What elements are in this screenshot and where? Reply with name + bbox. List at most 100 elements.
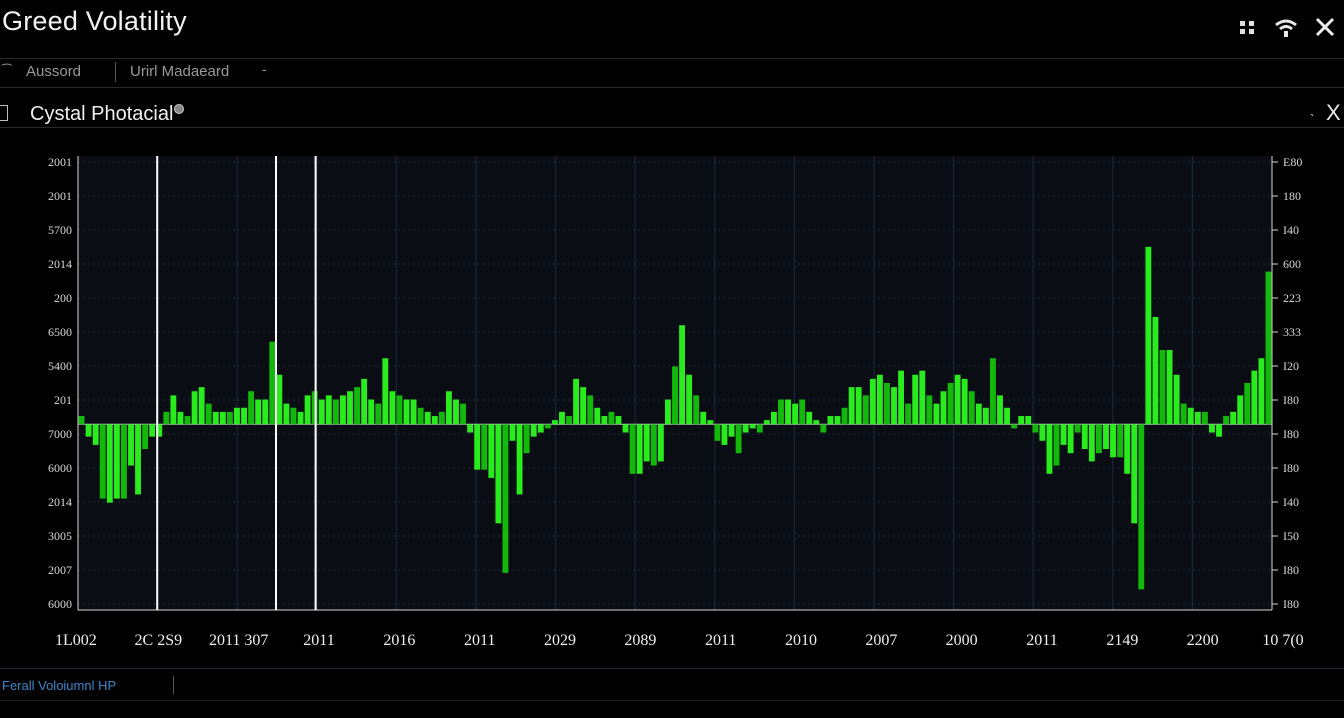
volatility-bar (1081, 424, 1088, 450)
close-icon[interactable] (1312, 14, 1338, 40)
volatility-bar (940, 391, 947, 425)
volatility-bar (665, 399, 671, 425)
separator (0, 87, 1344, 88)
volatility-bar (262, 399, 269, 425)
y-left-tick-label: 201 (54, 393, 72, 407)
volatility-bar (382, 358, 389, 425)
volatility-bar (177, 411, 184, 425)
volatility-bar (714, 424, 721, 441)
panel-close-icon[interactable]: X (1326, 100, 1341, 126)
volatility-bar (1258, 358, 1265, 425)
volatility-bar (361, 378, 368, 425)
volatility-bar (834, 416, 841, 425)
volatility-bar (297, 411, 304, 425)
y-right-tick-label: I80 (1283, 461, 1299, 475)
volatility-bar (763, 420, 770, 425)
x-tick-label: 2029 (544, 632, 576, 649)
volatility-bar (276, 374, 283, 425)
y-right-tick-label: 333 (1283, 325, 1301, 339)
volatility-bar (573, 378, 580, 425)
volatility-bar (884, 383, 890, 425)
volatility-bar (997, 395, 1003, 425)
collapse-icon[interactable]: ˎ (1310, 100, 1315, 116)
volatility-bar (368, 399, 375, 425)
volatility-bar (721, 424, 728, 445)
volatility-bar (905, 403, 912, 425)
volatility-chart: 2001 E80 2001 180 5700 I40 2014 600 200 223 6500 33… (48, 155, 1304, 649)
y-left-tick-label: 2007 (48, 563, 72, 577)
volatility-bar (728, 424, 735, 437)
volatility-bar (1124, 424, 1131, 474)
volatility-bar (332, 399, 339, 425)
volatility-bar (248, 391, 255, 425)
volatility-bar (128, 424, 134, 466)
volatility-bar (495, 424, 502, 524)
volatility-bar (785, 399, 791, 425)
volatility-bar (191, 391, 198, 425)
x-tick-label: 2089 (624, 632, 656, 649)
volatility-bar (340, 395, 346, 425)
x-tick-label: 2007 (865, 632, 897, 649)
tab-aussord[interactable]: Aussord (26, 63, 81, 80)
tab-urirl-madaeard[interactable]: Urirl Madaeard (130, 63, 229, 80)
volatility-bar (841, 407, 848, 425)
volatility-bar (467, 424, 474, 433)
volatility-bar (163, 411, 170, 425)
volatility-bar (410, 399, 417, 425)
volatility-bar (756, 424, 763, 433)
volatility-bar (735, 424, 742, 454)
volatility-bar (135, 424, 141, 495)
volatility-bar (1145, 246, 1152, 425)
y-right-tick-label: 223 (1283, 291, 1301, 305)
volatility-bar (792, 403, 799, 425)
volatility-bar (742, 424, 749, 433)
volatility-bar (318, 399, 325, 425)
volatility-bar (530, 424, 537, 437)
volatility-bar (1060, 424, 1067, 445)
volatility-bar (1004, 407, 1010, 425)
volatility-bar (770, 411, 777, 425)
volatility-bar (629, 424, 636, 474)
x-tick-label: 2011 (705, 632, 736, 649)
volatility-bar (241, 407, 247, 425)
x-tick-label: 2016 (383, 632, 415, 649)
tab-menu-icon[interactable]: - (262, 61, 267, 77)
grid-icon[interactable] (1234, 14, 1260, 40)
panel-title-text: Cystal Photacial (30, 103, 174, 125)
volatility-bar (120, 424, 127, 499)
volatility-bar (269, 341, 276, 425)
panel-title: Cystal Photacial (30, 103, 185, 126)
y-left-tick-label: 2001 (48, 189, 72, 203)
volatility-bar (234, 407, 240, 425)
separator (0, 668, 1344, 669)
y-right-tick-label: I50 (1283, 529, 1299, 543)
wifi-icon[interactable] (1273, 14, 1299, 40)
volatility-bar (657, 424, 664, 462)
volatility-bar (1251, 370, 1258, 425)
y-right-tick-label: I80 (1283, 427, 1299, 441)
volatility-bar (1237, 395, 1244, 425)
y-right-tick-label: I80 (1283, 597, 1299, 611)
volatility-bar (198, 387, 205, 425)
volatility-bar (650, 424, 657, 466)
tab-divider (115, 62, 116, 82)
volatility-bar (1180, 403, 1187, 425)
volatility-bar (1201, 411, 1208, 425)
volatility-bar (1209, 424, 1215, 433)
volatility-bar (255, 399, 262, 425)
volatility-bar (601, 416, 608, 425)
expand-arrow-icon[interactable]: ⁀ (2, 64, 12, 78)
panel-checkbox[interactable] (0, 105, 8, 121)
volatility-bar (1230, 411, 1237, 425)
x-tick-label: 2011 (1026, 632, 1057, 649)
x-tick-label: 2010 (785, 632, 817, 649)
volatility-bar (1166, 349, 1173, 425)
volatility-bar (170, 395, 177, 425)
volatility-bar (92, 424, 99, 445)
volatility-bar (354, 387, 361, 425)
info-dot-icon[interactable] (174, 104, 185, 114)
volatility-bar (212, 411, 219, 425)
y-left-tick-label: 6000 (48, 597, 72, 611)
volatility-bar (1011, 424, 1018, 429)
volatility-bar (700, 411, 707, 425)
